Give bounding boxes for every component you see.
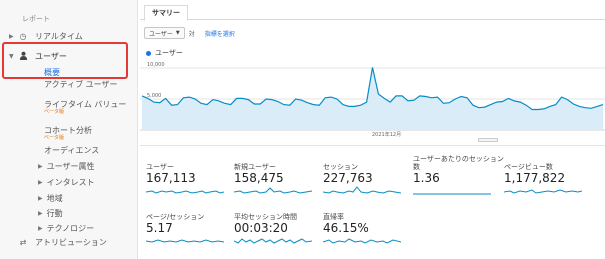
sparkline: [323, 238, 401, 244]
sparkline: [234, 238, 312, 244]
y-tick-top: 10,000: [147, 62, 165, 68]
metric-pages-per-session[interactable]: ページ/セッション 5.17: [146, 205, 232, 246]
sidebar-item-label: テクノロジー: [46, 224, 95, 233]
sparkline: [413, 193, 491, 195]
metric-value: 5.17: [146, 221, 173, 235]
metric-label: ユーザーあたりのセッション数: [413, 155, 504, 171]
metric-value: 1,177,822: [504, 171, 566, 185]
sidebar-item-label: アトリビューション: [35, 238, 107, 247]
caret-right-icon: ▶: [38, 163, 43, 170]
metric-label: 平均セッション時間: [234, 213, 297, 221]
metric-select-label: ユーザー: [149, 30, 173, 38]
sidebar-item-label: ユーザー属性: [46, 162, 95, 171]
sidebar-subitem-audience[interactable]: オーディエンス: [44, 146, 134, 155]
sidebar-item-label: リアルタイム: [35, 31, 83, 41]
metric-label: 新規ユーザー: [234, 163, 276, 171]
metric-pageviews[interactable]: ページビュー数 1,177,822: [504, 155, 602, 196]
metric-select[interactable]: ユーザー ▼: [144, 27, 185, 39]
metric-value: 1.36: [413, 171, 440, 185]
beta-badge: ベータ版: [44, 109, 65, 115]
metric-value: 46.15%: [323, 221, 369, 235]
sidebar-item-label: 行動: [46, 209, 63, 218]
legend-dot-icon: [146, 50, 151, 56]
attribution-icon: ⇄: [19, 238, 27, 247]
sidebar-subitem-label: ライフタイム バリュー: [44, 100, 127, 109]
sidebar-item-label: 地域: [46, 194, 63, 203]
metric-bounce-rate[interactable]: 直帰率 46.15%: [323, 205, 409, 246]
metric-label: ページビュー数: [504, 163, 553, 171]
x-tick-label: 2021年12月: [372, 131, 401, 138]
caret-right-icon: ▶: [38, 210, 43, 217]
users-line-chart[interactable]: 10,000 5,000 2021年12月: [140, 58, 605, 138]
sidebar-item-interests[interactable]: ▶ インタレスト: [38, 177, 95, 188]
caret-right-icon: ▶: [9, 32, 14, 40]
caret-right-icon: ▶: [38, 195, 43, 202]
tab-bar: サマリー: [140, 0, 605, 21]
sidebar-subitem-lifetime[interactable]: ライフタイム バリュー ベータ版: [44, 100, 134, 115]
metric-label: 直帰率: [323, 213, 344, 221]
chart-controls: ユーザー ▼ 対 指標を選択: [144, 27, 235, 39]
sidebar-item-attribution[interactable]: ⇄ アトリビューション: [0, 238, 137, 254]
main-panel: サマリー ユーザー ▼ 対 指標を選択 ユーザー 10,000 5,000 20…: [140, 0, 605, 259]
sparkline: [146, 190, 224, 194]
tab-summary[interactable]: サマリー: [144, 5, 188, 21]
chart-resize-handle[interactable]: [478, 138, 498, 142]
chevron-down-icon: ▼: [175, 30, 180, 36]
metric-value: 227,763: [323, 171, 373, 185]
metric-users[interactable]: ユーザー 167,113: [146, 155, 232, 196]
caret-right-icon: ▶: [38, 225, 43, 232]
sidebar: レポート ▶ ◷ リアルタイム ▼ ユーザー 概要 アクティブ ユーザー ライフ…: [0, 0, 138, 259]
sidebar-subitem-active-users[interactable]: アクティブ ユーザー: [44, 80, 134, 89]
metric-label: ページ/セッション: [146, 213, 205, 221]
metric-sessions[interactable]: セッション 227,763: [323, 155, 409, 196]
metric-new-users[interactable]: 新規ユーザー 158,475: [234, 155, 320, 196]
sparkline: [323, 186, 401, 194]
sidebar-header: レポート: [22, 15, 50, 23]
sidebar-item-geo[interactable]: ▶ 地域: [38, 193, 63, 204]
sparkline: [504, 189, 582, 194]
add-metric-link[interactable]: 指標を選択: [205, 29, 235, 38]
sidebar-subitem-cohort[interactable]: コホート分析 ベータ版: [44, 126, 134, 141]
metric-value: 00:03:20: [234, 221, 288, 235]
chart-legend: ユーザー: [146, 48, 183, 58]
metric-sessions-per-user[interactable]: ユーザーあたりのセッション数 1.36: [413, 155, 505, 199]
vs-label: 対: [188, 30, 195, 38]
y-tick-mid: 5,000: [147, 93, 161, 99]
sparkline: [234, 187, 312, 194]
sidebar-item-technology[interactable]: ▶ テクノロジー: [38, 223, 94, 234]
metric-value: 167,113: [146, 171, 196, 185]
metric-label: ユーザー: [146, 163, 174, 171]
caret-right-icon: ▶: [38, 179, 43, 186]
sidebar-subitem-overview[interactable]: 概要: [44, 68, 134, 77]
metric-avg-session-duration[interactable]: 平均セッション時間 00:03:20: [234, 205, 320, 246]
sparkline: [146, 239, 224, 243]
clock-icon: ◷: [19, 31, 27, 41]
sidebar-item-label: インタレスト: [46, 178, 95, 187]
sidebar-subitem-label: コホート分析: [44, 126, 92, 135]
sidebar-item-demographics[interactable]: ▶ ユーザー属性: [38, 161, 94, 172]
metric-label: セッション: [323, 163, 358, 171]
metric-value: 158,475: [234, 171, 284, 185]
section-divider: [140, 145, 605, 146]
sidebar-item-behavior[interactable]: ▶ 行動: [38, 208, 63, 219]
beta-badge: ベータ版: [44, 135, 65, 141]
legend-label: ユーザー: [155, 49, 183, 57]
